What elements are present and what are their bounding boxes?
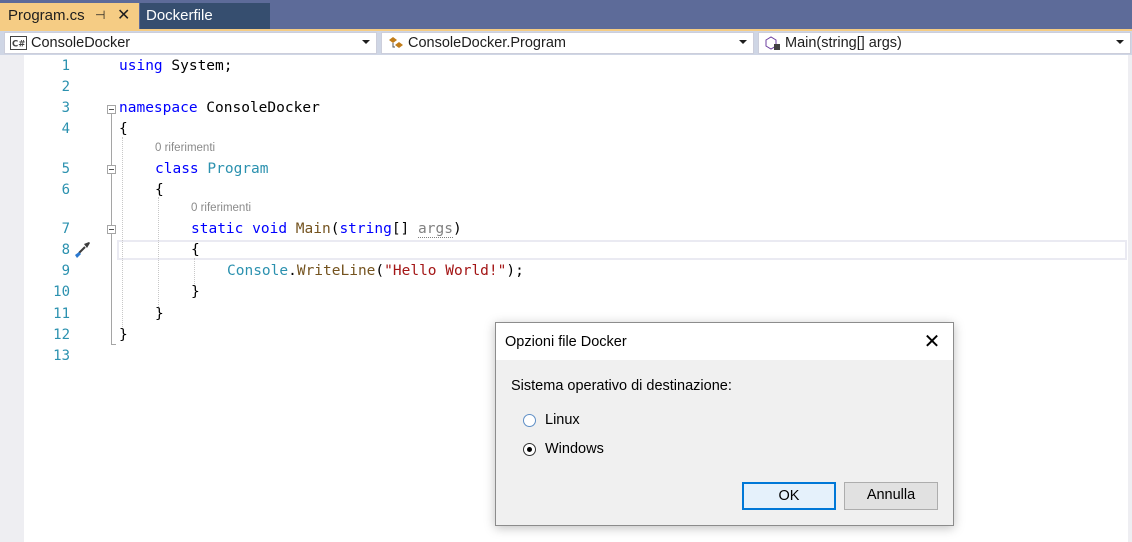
- windows-radio-label[interactable]: Windows: [545, 441, 604, 457]
- method-name: WriteLine: [296, 263, 376, 279]
- collapse-class-icon[interactable]: [107, 165, 116, 174]
- code-line-12: }: [119, 327, 128, 343]
- radio-dot: [527, 447, 532, 452]
- keyword: void: [252, 221, 288, 237]
- docker-options-dialog: Opzioni file Docker ✕ Sistema operativo …: [495, 322, 954, 526]
- method-name: Main: [295, 221, 331, 237]
- line-number: 8: [61, 242, 70, 258]
- indent-guide: [194, 258, 195, 286]
- codelens-references[interactable]: 0 riferimenti: [155, 142, 215, 154]
- linux-radio-label[interactable]: Linux: [545, 412, 580, 428]
- keyword: namespace: [119, 100, 198, 116]
- code-line-6: {: [155, 182, 164, 198]
- code-text: );: [506, 263, 524, 279]
- unused-parameter: args: [418, 221, 453, 238]
- type-name: Program: [207, 161, 269, 177]
- dialog-title: Opzioni file Docker: [505, 334, 627, 350]
- code-line-9: Console.WriteLine("Hello World!");: [227, 263, 524, 279]
- codelens-references[interactable]: 0 riferimenti: [191, 202, 251, 214]
- project-dropdown[interactable]: C# ConsoleDocker: [4, 32, 377, 54]
- line-number: 3: [61, 100, 70, 116]
- code-line-3: namespace ConsoleDocker: [119, 100, 320, 116]
- code-text: System;: [162, 58, 233, 74]
- windows-radio[interactable]: [523, 443, 536, 456]
- tab-label: Dockerfile: [146, 7, 213, 24]
- current-line-highlight: [117, 240, 1127, 260]
- indent-guide: [158, 197, 159, 307]
- code-line-8: {: [191, 242, 200, 258]
- line-number: 7: [61, 221, 70, 237]
- keyword: class: [155, 161, 199, 177]
- code-text: (: [375, 263, 385, 279]
- class-icon: [387, 36, 405, 56]
- code-text: .: [288, 263, 297, 279]
- ok-button[interactable]: OK: [742, 482, 836, 510]
- line-number: 13: [53, 348, 70, 364]
- target-os-label: Sistema operativo di destinazione:: [511, 378, 732, 394]
- type-dropdown-label: ConsoleDocker.Program: [408, 35, 566, 51]
- chevron-down-icon: [739, 40, 747, 44]
- cancel-button[interactable]: Annulla: [844, 482, 938, 510]
- line-number: 2: [61, 79, 70, 95]
- close-icon[interactable]: ✕: [117, 5, 130, 25]
- project-dropdown-label: ConsoleDocker: [31, 35, 131, 51]
- line-number: 12: [53, 327, 70, 343]
- code-line-11: }: [155, 306, 164, 322]
- code-line-1: using System;: [119, 58, 233, 74]
- tab-label: Program.cs: [8, 7, 85, 24]
- vertical-scrollbar[interactable]: [1128, 55, 1132, 542]
- chevron-down-icon: [362, 40, 370, 44]
- fold-end: [111, 344, 116, 345]
- tab-program-cs[interactable]: Program.cs ⊣ ✕: [0, 3, 139, 29]
- member-dropdown-label: Main(string[] args): [785, 35, 902, 51]
- linux-radio[interactable]: [523, 414, 536, 427]
- quick-actions-brush-icon[interactable]: [72, 241, 92, 264]
- document-tab-strip: Program.cs ⊣ ✕ Dockerfile: [0, 0, 1132, 29]
- keyword: using: [119, 58, 163, 74]
- keyword: static: [191, 221, 244, 237]
- line-number: 11: [53, 306, 70, 322]
- code-line-10: }: [191, 284, 200, 300]
- code-text: []: [391, 221, 419, 237]
- member-dropdown[interactable]: Main(string[] args): [758, 32, 1131, 54]
- tab-dockerfile[interactable]: Dockerfile: [140, 3, 270, 29]
- close-icon[interactable]: ✕: [919, 329, 945, 355]
- navigation-bar: C# ConsoleDocker ConsoleDocker.Program M…: [0, 31, 1132, 55]
- dialog-titlebar[interactable]: Opzioni file Docker ✕: [496, 323, 953, 360]
- line-number: 5: [61, 161, 70, 177]
- indicator-margin: [0, 55, 24, 542]
- keyword: string: [339, 221, 392, 237]
- collapse-method-icon[interactable]: [107, 225, 116, 234]
- code-text: ): [452, 221, 462, 237]
- collapse-namespace-icon[interactable]: [107, 105, 116, 114]
- pin-icon[interactable]: ⊣: [95, 8, 105, 22]
- method-icon: [764, 36, 782, 56]
- line-number: 10: [53, 284, 70, 300]
- svg-text:C#: C#: [12, 40, 25, 50]
- line-number: 1: [61, 58, 70, 74]
- type-name: Console: [227, 263, 289, 279]
- code-line-5: class Program: [155, 161, 269, 177]
- line-number: 4: [61, 121, 70, 137]
- string-literal: "Hello World!": [384, 263, 507, 279]
- indent-guide: [122, 137, 123, 329]
- code-line-7: static void Main(string[] args): [191, 221, 462, 238]
- type-dropdown[interactable]: ConsoleDocker.Program: [381, 32, 754, 54]
- csharp-project-icon: C#: [10, 36, 27, 55]
- line-number: 6: [61, 182, 70, 198]
- chevron-down-icon: [1116, 40, 1124, 44]
- code-line-4: {: [119, 121, 128, 137]
- code-text: ConsoleDocker: [197, 100, 320, 116]
- line-number: 9: [61, 263, 70, 279]
